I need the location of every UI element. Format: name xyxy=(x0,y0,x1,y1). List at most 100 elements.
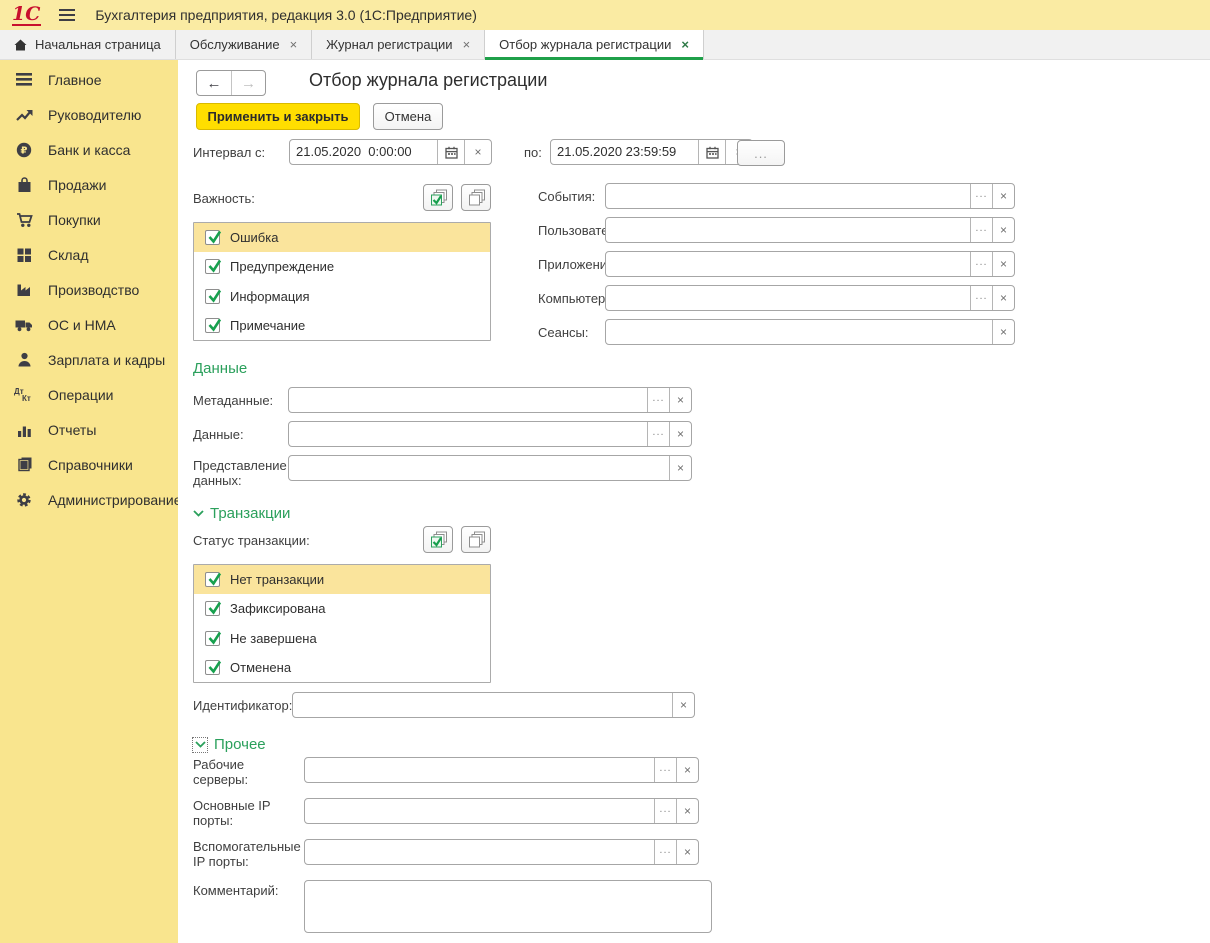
calendar-icon[interactable] xyxy=(437,140,464,164)
uncheck-all-icon xyxy=(467,531,486,548)
tab-event-log[interactable]: Журнал регистрации × xyxy=(312,30,485,59)
clear-icon[interactable]: × xyxy=(992,286,1014,310)
sidebar-item-directories[interactable]: Справочники xyxy=(0,447,178,482)
more-icon[interactable]: ... xyxy=(654,840,676,864)
events-input[interactable] xyxy=(606,184,970,208)
clear-icon[interactable]: × xyxy=(464,140,491,164)
list-item-note[interactable]: Примечание xyxy=(194,311,490,340)
sessions-input[interactable] xyxy=(606,320,992,344)
working-servers-input[interactable] xyxy=(305,758,654,782)
list-item-error[interactable]: Ошибка xyxy=(194,223,490,252)
more-icon[interactable]: ... xyxy=(654,758,676,782)
list-item-unfinished[interactable]: Не завершена xyxy=(194,624,490,653)
list-item-committed[interactable]: Зафиксирована xyxy=(194,594,490,623)
focus-box[interactable] xyxy=(192,737,208,753)
more-icon[interactable]: ... xyxy=(654,799,676,823)
check-all-button[interactable] xyxy=(423,526,453,553)
sidebar-item-reports[interactable]: Отчеты xyxy=(0,412,178,447)
more-icon[interactable]: ... xyxy=(647,388,669,412)
clear-icon[interactable]: × xyxy=(676,840,698,864)
uncheck-all-button[interactable] xyxy=(461,184,491,211)
more-icon[interactable]: ... xyxy=(970,286,992,310)
books-icon xyxy=(13,457,35,473)
more-icon[interactable]: ... xyxy=(970,252,992,276)
identifier-input[interactable] xyxy=(293,693,672,717)
title-bar: 1С Бухгалтерия предприятия, редакция 3.0… xyxy=(0,0,1210,30)
back-button[interactable]: ← xyxy=(197,71,231,95)
clear-icon[interactable]: × xyxy=(676,758,698,782)
sidebar-item-bank[interactable]: ₽ Банк и касса xyxy=(0,132,178,167)
clear-icon[interactable]: × xyxy=(992,218,1014,242)
presentation-field: × xyxy=(288,455,692,481)
apply-and-close-button[interactable]: Применить и закрыть xyxy=(196,103,360,130)
aux-ip-ports-field: ... × xyxy=(304,839,699,865)
checkbox-checked-icon[interactable] xyxy=(205,660,220,675)
checkbox-checked-icon[interactable] xyxy=(205,289,220,304)
presentation-input[interactable] xyxy=(289,456,669,480)
sidebar-item-operations[interactable]: ДтКт Операции xyxy=(0,377,178,412)
tab-event-log-filter[interactable]: Отбор журнала регистрации × xyxy=(485,30,704,59)
cancel-button[interactable]: Отмена xyxy=(373,103,443,130)
app-window: 1С Бухгалтерия предприятия, редакция 3.0… xyxy=(0,0,1210,943)
data-input[interactable] xyxy=(289,422,647,446)
main-ip-ports-input[interactable] xyxy=(305,799,654,823)
check-all-button[interactable] xyxy=(423,184,453,211)
main-menu-icon[interactable] xyxy=(59,9,75,21)
sidebar-item-warehouse[interactable]: Склад xyxy=(0,237,178,272)
interval-from-value[interactable]: 21.05.2020 0:00:00 xyxy=(290,140,437,164)
apps-input[interactable] xyxy=(606,252,970,276)
more-icon[interactable]: ... xyxy=(970,218,992,242)
interval-more-button[interactable]: ... xyxy=(737,140,785,166)
sidebar-item-production[interactable]: Производство xyxy=(0,272,178,307)
tab-close-icon[interactable]: × xyxy=(290,38,298,51)
uncheck-all-button[interactable] xyxy=(461,526,491,553)
list-item-no-transaction[interactable]: Нет транзакции xyxy=(194,565,490,594)
checkbox-checked-icon[interactable] xyxy=(205,259,220,274)
sidebar-item-fixed-assets[interactable]: ОС и НМА xyxy=(0,307,178,342)
metadata-input[interactable] xyxy=(289,388,647,412)
sidebar-item-purchases[interactable]: Покупки xyxy=(0,202,178,237)
clear-icon[interactable]: × xyxy=(672,693,694,717)
clear-icon[interactable]: × xyxy=(676,799,698,823)
clear-icon[interactable]: × xyxy=(669,456,691,480)
list-item-information[interactable]: Информация xyxy=(194,282,490,311)
checkbox-checked-icon[interactable] xyxy=(205,572,220,587)
tab-service[interactable]: Обслуживание × xyxy=(176,30,312,59)
forward-button[interactable]: → xyxy=(231,71,265,95)
list-item-cancelled[interactable]: Отменена xyxy=(194,653,490,682)
sidebar-item-payroll[interactable]: Зарплата и кадры xyxy=(0,342,178,377)
clear-icon[interactable]: × xyxy=(992,252,1014,276)
trend-icon xyxy=(13,107,35,123)
calendar-icon[interactable] xyxy=(698,140,725,164)
computers-input[interactable] xyxy=(606,286,970,310)
tab-close-icon[interactable]: × xyxy=(681,38,689,51)
aux-ip-ports-input[interactable] xyxy=(305,840,654,864)
clear-icon[interactable]: × xyxy=(669,388,691,412)
sidebar-item-administration[interactable]: Администрирование xyxy=(0,482,178,517)
tab-home[interactable]: Начальная страница xyxy=(0,30,176,59)
interval-to-value[interactable]: 21.05.2020 23:59:59 xyxy=(551,140,698,164)
tab-label: Обслуживание xyxy=(190,37,280,52)
users-input[interactable] xyxy=(606,218,970,242)
transactions-section-header[interactable]: Транзакции xyxy=(193,505,290,522)
clear-icon[interactable]: × xyxy=(992,320,1014,344)
sidebar-item-manager[interactable]: Руководителю xyxy=(0,97,178,132)
filter-form: ← → Отбор журнала регистрации Применить … xyxy=(178,60,1210,943)
svg-text:₽: ₽ xyxy=(21,145,28,156)
checkbox-checked-icon[interactable] xyxy=(205,318,220,333)
sessions-field: × xyxy=(605,319,1015,345)
checkbox-checked-icon[interactable] xyxy=(205,631,220,646)
sidebar-item-main[interactable]: Главное xyxy=(0,62,178,97)
sidebar-item-sales[interactable]: Продажи xyxy=(0,167,178,202)
cart-icon xyxy=(13,212,35,228)
checkbox-checked-icon[interactable] xyxy=(205,601,220,616)
tab-close-icon[interactable]: × xyxy=(463,38,471,51)
more-icon[interactable]: ... xyxy=(647,422,669,446)
more-icon[interactable]: ... xyxy=(970,184,992,208)
comment-textarea[interactable] xyxy=(304,880,712,933)
clear-icon[interactable]: × xyxy=(992,184,1014,208)
other-section-header[interactable]: Прочее xyxy=(192,736,266,753)
clear-icon[interactable]: × xyxy=(669,422,691,446)
checkbox-checked-icon[interactable] xyxy=(205,230,220,245)
list-item-warning[interactable]: Предупреждение xyxy=(194,252,490,281)
